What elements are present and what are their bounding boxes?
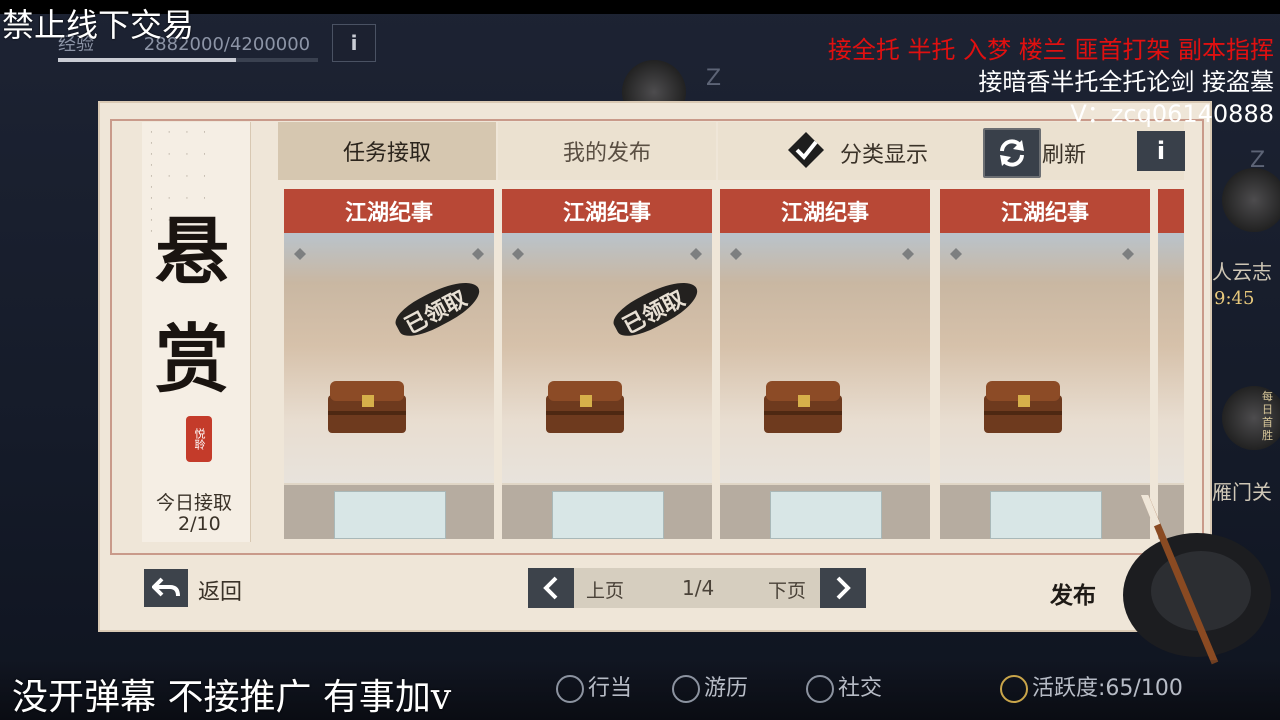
treasure-chest-icon [984,381,1062,433]
card-scene-image [720,233,930,483]
card-title-partial [1158,189,1184,233]
card-action-button[interactable] [770,491,882,539]
nav-travel-label: 游历 [704,676,749,701]
card-scene-image [1158,233,1184,483]
overlay-right-red-text: 接全托 半托 入梦 楼兰 匪首打架 副本指挥 [827,36,1274,64]
card-action-button[interactable] [334,491,446,539]
decorative-calligraphy: · · · · · · · · · · · · · · · · · · · · · · … [150,128,213,237]
nav-trade-label: 行当 [588,676,633,701]
activity-icon [1000,675,1028,703]
diamond-ornament-icon [730,248,742,260]
bounty-title-char-2: 赏 [155,317,229,403]
overlay-right-white-text: 接暗香半托全托论剑 接盗墓 [978,68,1274,96]
side-name-fragment: 人云志 [1212,260,1272,284]
nav-social[interactable]: 社交 [806,670,882,703]
nav-activity[interactable]: 活跃度:65/100 [1000,670,1183,703]
overlay-bottom-left-text: 没开弹幕 不接推广 有事加v [12,677,452,718]
avatar[interactable] [1222,168,1280,232]
bounty-title-char-1: 悬 [155,209,229,295]
diamond-ornament-icon [950,248,962,260]
tab-my-posts[interactable]: 我的发布 [498,122,716,180]
back-button[interactable] [144,569,188,607]
experience-info-button[interactable]: i [332,24,376,62]
trade-icon [556,675,584,703]
red-seal-stamp: 悦聆 [186,416,212,462]
bounty-card[interactable]: 江湖纪事 已领取 [502,189,712,539]
sleep-z-icon: Z [706,66,722,91]
category-toggle-label[interactable]: 分类显示 [840,137,928,169]
overlay-contact-text: V：zcq06140888 [1070,100,1274,128]
card-scene-image [940,233,1150,483]
diamond-ornament-icon [1122,248,1134,260]
overlay-top-left-text: 禁止线下交易 [2,6,195,44]
back-arrow-icon [152,577,180,597]
travel-icon [672,675,700,703]
card-title: 江湖纪事 [284,189,494,233]
treasure-chest-icon [764,381,842,433]
experience-bar-fill [58,58,237,62]
card-title: 江湖纪事 [502,189,712,233]
refresh-button[interactable] [983,128,1041,178]
card-action-button[interactable] [990,491,1102,539]
prev-page-label[interactable]: 上页 [586,576,624,603]
refresh-icon [1000,139,1024,167]
treasure-chest-icon [546,381,624,433]
nav-social-label: 社交 [838,676,883,701]
bounty-card[interactable]: 江湖纪事 已领取 [284,189,494,539]
chevron-right-icon [836,576,851,600]
activity-label: 活跃度:65/100 [1032,676,1183,701]
treasure-chest-icon [328,381,406,433]
back-label[interactable]: 返回 [198,574,242,606]
inkstone-brush-publish-button[interactable] [1115,495,1275,665]
experience-bar [58,58,318,62]
refresh-label[interactable]: 刷新 [1042,137,1086,169]
bounty-card-partial[interactable] [1158,189,1184,539]
info-button[interactable]: i [1137,131,1185,171]
bounty-card[interactable]: 江湖纪事 [720,189,930,539]
side-time-fragment: 9:45 [1214,288,1255,309]
diamond-ornament-icon [902,248,914,260]
diamond-ornament-icon [294,248,306,260]
today-accepted-value: 2/10 [178,513,221,535]
chevron-left-icon [543,576,558,600]
prev-page-button[interactable] [528,568,574,608]
diamond-ornament-icon [690,248,702,260]
nav-travel[interactable]: 游历 [672,670,748,703]
next-page-button[interactable] [820,568,866,608]
card-title: 江湖纪事 [720,189,930,233]
diamond-ornament-icon [472,248,484,260]
page-indicator: 1/4 [682,576,715,600]
today-accepted-label: 今日接取 [156,492,233,514]
card-title: 江湖纪事 [940,189,1150,233]
publish-label[interactable]: 发布 [1050,576,1096,610]
next-page-label[interactable]: 下页 [768,576,806,603]
nav-trade[interactable]: 行当 [556,670,632,703]
bounty-card[interactable]: 江湖纪事 [940,189,1150,539]
checkbox-check-icon[interactable] [786,130,826,170]
social-icon [806,675,834,703]
diamond-ornament-icon [512,248,524,260]
card-action-button[interactable] [552,491,664,539]
daily-win-fragment: 每日首胜 [1262,390,1273,442]
tab-accept-tasks[interactable]: 任务接取 [278,122,496,180]
